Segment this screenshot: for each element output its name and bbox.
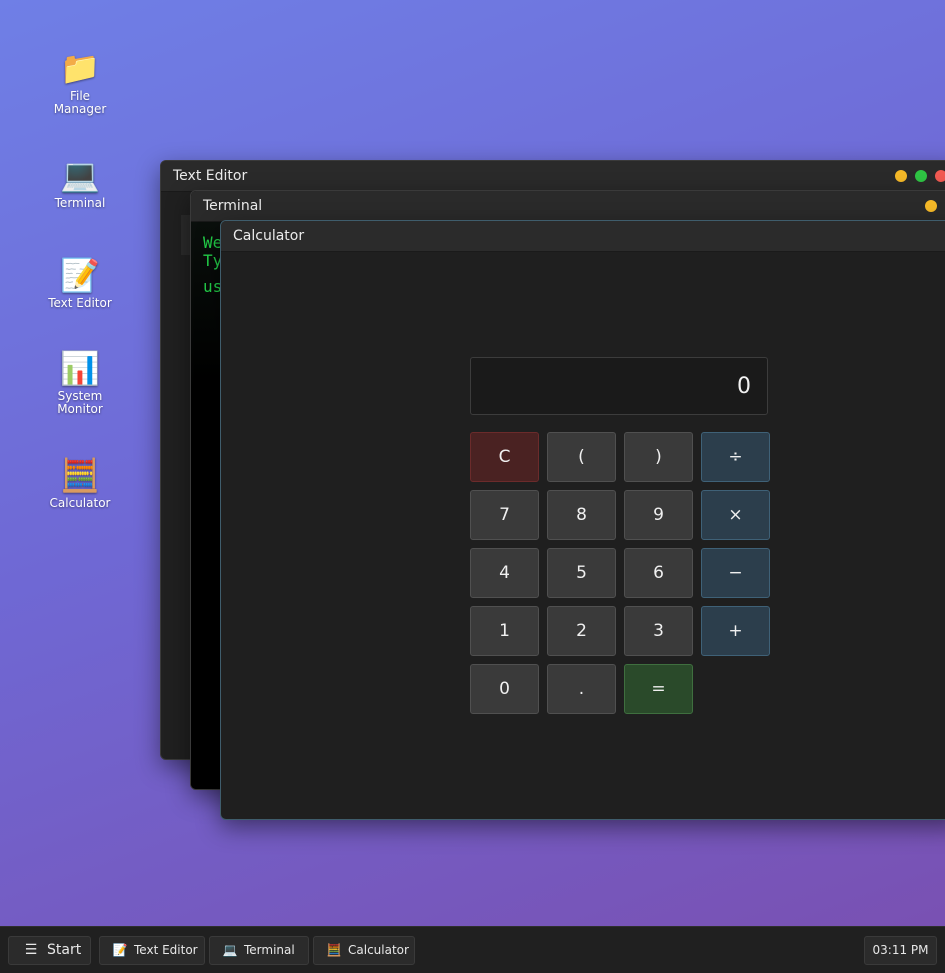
terminal-titlebar[interactable]: Terminal [191, 191, 945, 222]
memo-icon: 📝 [112, 943, 128, 957]
desktop-icon-label: File Manager [53, 89, 107, 116]
taskbar-item-calculator[interactable]: 🧮 Calculator [313, 936, 415, 965]
minus-button[interactable]: − [701, 548, 770, 598]
multiply-button[interactable]: × [701, 490, 770, 540]
divide-button[interactable]: ÷ [701, 432, 770, 482]
digit-6-button[interactable]: 6 [624, 548, 693, 598]
laptop-icon: 💻 [60, 156, 100, 194]
digit-5-button[interactable]: 5 [547, 548, 616, 598]
taskbar-clock: 03:11 PM [864, 936, 937, 965]
desktop: 📁 File Manager 💻 Terminal 📝 Text Editor 📊… [0, 0, 945, 973]
memo-icon: 📝 [60, 256, 100, 294]
window-title: Calculator [233, 228, 305, 244]
maximize-button[interactable] [915, 170, 927, 182]
window-title: Text Editor [173, 168, 248, 184]
taskbar-item-label: Calculator [348, 943, 409, 957]
digit-3-button[interactable]: 3 [624, 606, 693, 656]
bar-chart-icon: 📊 [60, 349, 100, 387]
laptop-icon: 💻 [222, 943, 238, 957]
taskbar-item-terminal[interactable]: 💻 Terminal [209, 936, 309, 965]
calculator-window[interactable]: Calculator 0 C ( ) ÷ 7 8 9 × 4 5 6 − 1 2… [220, 220, 945, 820]
desktop-icon-label: Terminal [54, 196, 106, 210]
calculator-titlebar[interactable]: Calculator [221, 221, 945, 252]
window-title: Terminal [203, 198, 263, 214]
desktop-icon-label: Calculator [49, 496, 111, 510]
desktop-icon-file-manager[interactable]: 📁 File Manager [40, 48, 120, 116]
equals-button[interactable]: = [624, 664, 693, 714]
lparen-button[interactable]: ( [547, 432, 616, 482]
desktop-icon-terminal[interactable]: 💻 Terminal [40, 155, 120, 210]
minimize-button[interactable] [925, 200, 937, 212]
digit-9-button[interactable]: 9 [624, 490, 693, 540]
start-button[interactable]: ☰ Start [8, 936, 91, 965]
digit-2-button[interactable]: 2 [547, 606, 616, 656]
desktop-icon-label: System Monitor [57, 389, 103, 416]
close-button[interactable] [935, 170, 945, 182]
digit-7-button[interactable]: 7 [470, 490, 539, 540]
calculator: 0 C ( ) ÷ 7 8 9 × 4 5 6 − 1 2 3 + 0 . = [470, 357, 770, 714]
taskbar: ☰ Start 📝 Text Editor 💻 Terminal 🧮 Calculato… [0, 926, 945, 973]
desktop-icon-calculator[interactable]: 🧮 Calculator [40, 455, 120, 510]
digit-8-button[interactable]: 8 [547, 490, 616, 540]
calculator-keypad: C ( ) ÷ 7 8 9 × 4 5 6 − 1 2 3 + 0 . = [470, 432, 770, 714]
taskbar-item-text-editor[interactable]: 📝 Text Editor [99, 936, 205, 965]
abacus-icon: 🧮 [326, 943, 342, 957]
clear-button[interactable]: C [470, 432, 539, 482]
desktop-icon-system-monitor[interactable]: 📊 System Monitor [40, 348, 120, 416]
folder-icon: 📁 [60, 49, 100, 87]
text-editor-titlebar[interactable]: Text Editor [161, 161, 945, 192]
calculator-display: 0 [470, 357, 768, 415]
rparen-button[interactable]: ) [624, 432, 693, 482]
minimize-button[interactable] [895, 170, 907, 182]
plus-button[interactable]: + [701, 606, 770, 656]
desktop-icon-label: Text Editor [48, 296, 112, 310]
start-label: Start [47, 942, 82, 958]
taskbar-item-label: Terminal [244, 943, 295, 957]
digit-1-button[interactable]: 1 [470, 606, 539, 656]
desktop-icon-text-editor[interactable]: 📝 Text Editor [40, 255, 120, 310]
digit-0-button[interactable]: 0 [470, 664, 539, 714]
decimal-button[interactable]: . [547, 664, 616, 714]
abacus-icon: 🧮 [60, 456, 100, 494]
menu-icon: ☰ [24, 942, 38, 958]
taskbar-item-label: Text Editor [134, 943, 198, 957]
digit-4-button[interactable]: 4 [470, 548, 539, 598]
